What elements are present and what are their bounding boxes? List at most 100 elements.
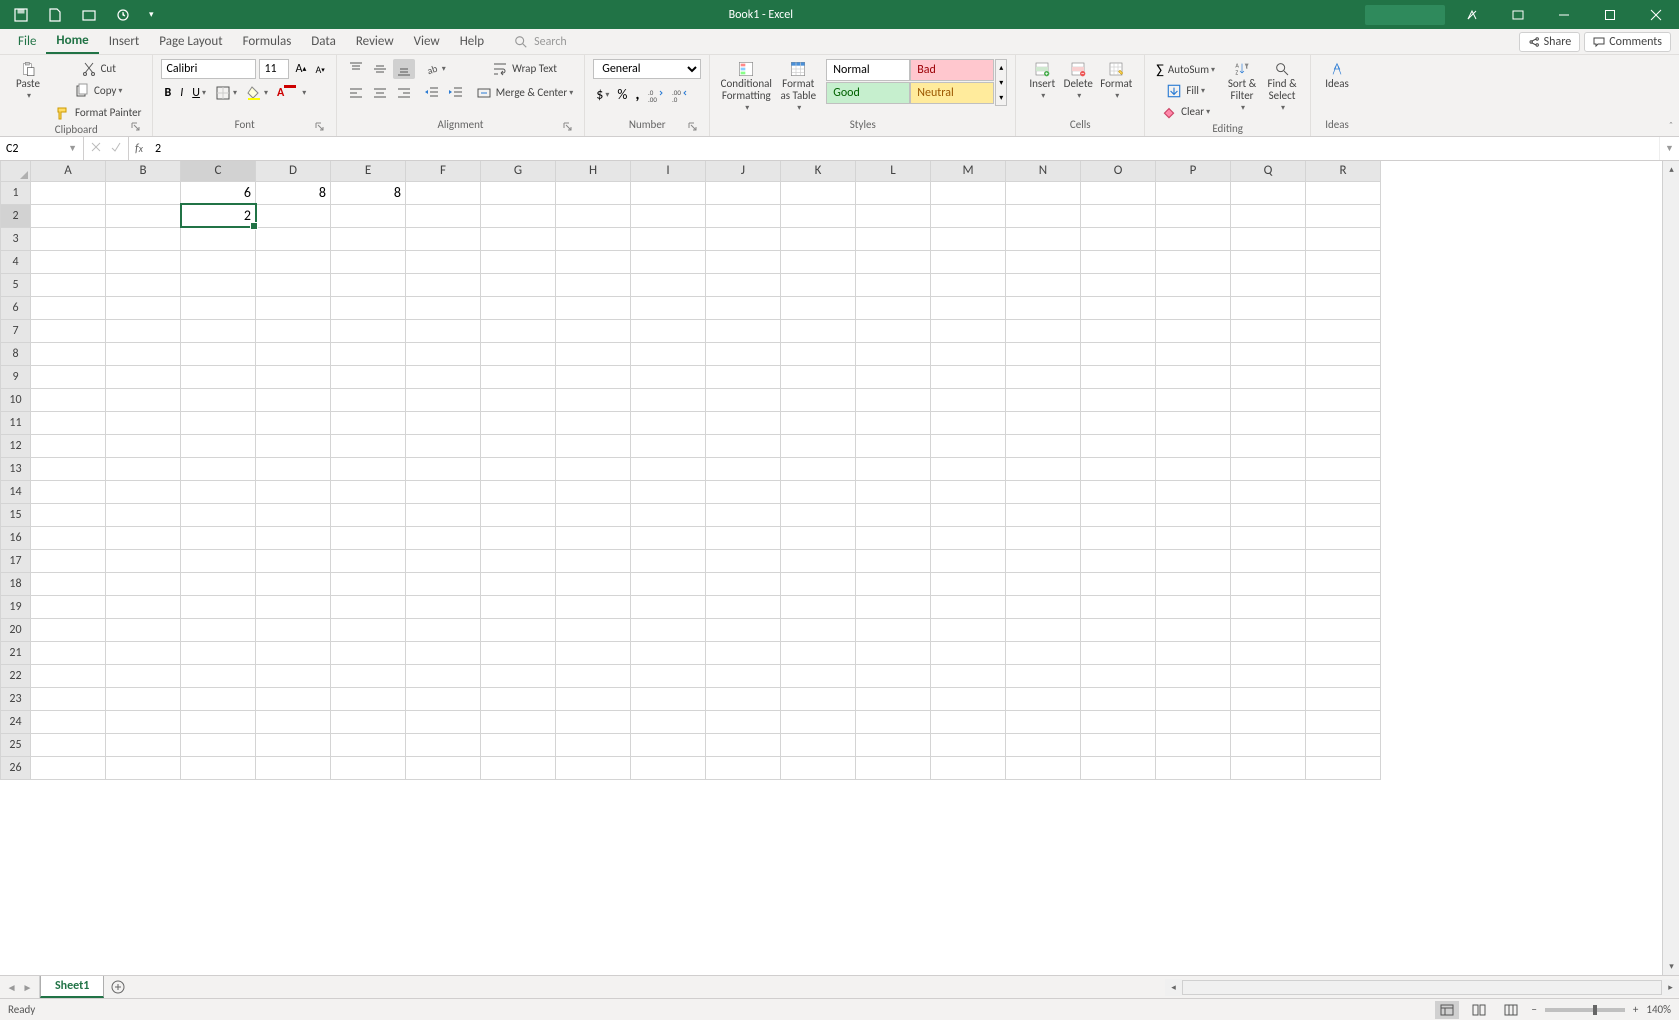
cell[interactable] <box>1231 227 1306 250</box>
cell[interactable] <box>1231 365 1306 388</box>
cell[interactable] <box>1006 549 1081 572</box>
styles-up-icon[interactable]: ▴ <box>996 60 1006 75</box>
cell[interactable] <box>1081 388 1156 411</box>
enter-formula-icon[interactable] <box>110 141 122 157</box>
cell[interactable] <box>1231 710 1306 733</box>
zoom-out-button[interactable]: − <box>1531 1003 1536 1016</box>
row-header[interactable]: 11 <box>1 411 31 434</box>
cell[interactable] <box>481 710 556 733</box>
alignment-launcher-icon[interactable] <box>562 122 574 134</box>
cell[interactable] <box>781 181 856 204</box>
cell[interactable] <box>781 572 856 595</box>
cell[interactable] <box>706 618 781 641</box>
cell[interactable] <box>481 549 556 572</box>
cell[interactable] <box>31 342 106 365</box>
cell[interactable] <box>31 526 106 549</box>
cell[interactable] <box>31 503 106 526</box>
cell[interactable] <box>181 618 256 641</box>
cell[interactable] <box>1081 342 1156 365</box>
cell[interactable] <box>106 687 181 710</box>
cell[interactable] <box>406 457 481 480</box>
cell[interactable] <box>331 204 406 227</box>
cell[interactable] <box>556 204 631 227</box>
cell[interactable] <box>856 618 931 641</box>
row-header[interactable]: 7 <box>1 319 31 342</box>
cell[interactable] <box>481 296 556 319</box>
cell[interactable] <box>331 227 406 250</box>
cell[interactable] <box>481 733 556 756</box>
cell[interactable] <box>856 664 931 687</box>
cell[interactable] <box>1156 641 1231 664</box>
cell[interactable] <box>181 365 256 388</box>
minimize-button[interactable] <box>1541 0 1587 29</box>
cell[interactable] <box>406 549 481 572</box>
cell[interactable] <box>106 296 181 319</box>
row-header[interactable]: 4 <box>1 250 31 273</box>
cell[interactable] <box>481 618 556 641</box>
cell[interactable] <box>1156 388 1231 411</box>
cell[interactable] <box>931 572 1006 595</box>
cell[interactable] <box>1081 296 1156 319</box>
align-top-icon[interactable] <box>345 59 367 79</box>
cell[interactable] <box>481 227 556 250</box>
scroll-down-icon[interactable]: ▾ <box>1663 958 1679 975</box>
cell[interactable] <box>256 411 331 434</box>
cell[interactable] <box>1231 641 1306 664</box>
cell[interactable] <box>181 549 256 572</box>
column-header[interactable]: N <box>1006 161 1081 181</box>
font-name-input[interactable] <box>161 59 256 79</box>
cell[interactable] <box>556 319 631 342</box>
cell[interactable] <box>1156 296 1231 319</box>
cell[interactable] <box>481 319 556 342</box>
cell[interactable] <box>856 273 931 296</box>
cell[interactable] <box>781 733 856 756</box>
cell[interactable] <box>106 756 181 779</box>
cell[interactable] <box>1306 733 1381 756</box>
cell[interactable] <box>856 641 931 664</box>
cell[interactable] <box>931 227 1006 250</box>
tab-file[interactable]: File <box>8 29 46 54</box>
tab-help[interactable]: Help <box>450 29 494 54</box>
cell[interactable] <box>781 227 856 250</box>
autosave-icon[interactable] <box>112 5 134 25</box>
cell[interactable] <box>31 710 106 733</box>
scroll-left-icon[interactable]: ◂ <box>1165 979 1182 996</box>
cell[interactable] <box>256 756 331 779</box>
cell[interactable] <box>1156 273 1231 296</box>
cell[interactable] <box>856 710 931 733</box>
cell[interactable] <box>1306 756 1381 779</box>
cell[interactable] <box>931 664 1006 687</box>
cell[interactable] <box>31 480 106 503</box>
formula-input[interactable]: 2 <box>149 137 1659 160</box>
cell[interactable] <box>706 572 781 595</box>
cell[interactable] <box>256 595 331 618</box>
cell[interactable] <box>931 641 1006 664</box>
cell[interactable] <box>406 641 481 664</box>
cell[interactable] <box>1306 250 1381 273</box>
cell[interactable] <box>706 365 781 388</box>
cell[interactable] <box>931 618 1006 641</box>
row-header[interactable]: 16 <box>1 526 31 549</box>
cell[interactable] <box>1306 641 1381 664</box>
cell[interactable] <box>481 365 556 388</box>
cell[interactable] <box>331 273 406 296</box>
cell[interactable] <box>706 227 781 250</box>
cell[interactable] <box>631 457 706 480</box>
cell[interactable] <box>1156 503 1231 526</box>
cell[interactable] <box>256 296 331 319</box>
cell[interactable] <box>256 641 331 664</box>
zoom-slider[interactable] <box>1545 1008 1625 1012</box>
cell[interactable] <box>331 365 406 388</box>
cell[interactable] <box>406 319 481 342</box>
cell[interactable] <box>856 756 931 779</box>
cell[interactable] <box>106 365 181 388</box>
cell[interactable] <box>631 388 706 411</box>
cell[interactable] <box>781 664 856 687</box>
cell[interactable] <box>331 641 406 664</box>
cell[interactable] <box>1006 181 1081 204</box>
cell[interactable] <box>706 710 781 733</box>
cell[interactable] <box>931 296 1006 319</box>
tab-home[interactable]: Home <box>46 29 98 54</box>
cell[interactable] <box>481 434 556 457</box>
format-painter-button[interactable]: Format Painter <box>52 103 144 123</box>
